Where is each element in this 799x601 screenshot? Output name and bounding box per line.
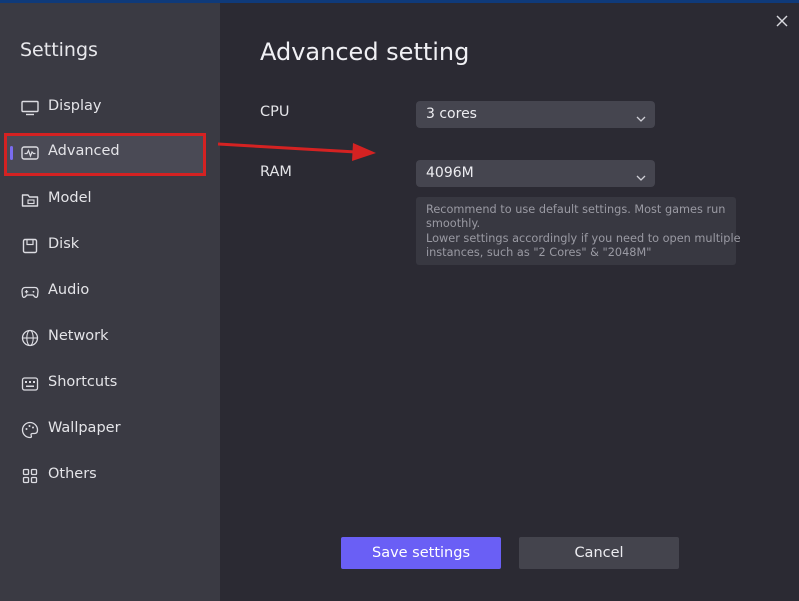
ram-select-value: 4096M (426, 165, 474, 181)
sidebar: Settings Display Advanced Model Disk Aud… (0, 3, 220, 601)
sidebar-item-label: Display (48, 98, 102, 114)
palette-icon (21, 421, 39, 439)
ram-select[interactable]: 4096M (416, 160, 655, 187)
disk-icon (21, 237, 39, 255)
sidebar-item-label: Disk (48, 236, 80, 252)
close-icon (776, 12, 788, 31)
cancel-button[interactable]: Cancel (519, 537, 679, 569)
sidebar-title: Settings (20, 39, 98, 61)
sidebar-item-shortcuts[interactable]: Shortcuts (0, 364, 220, 404)
monitor-icon (21, 99, 39, 117)
settings-window: Settings Display Advanced Model Disk Aud… (0, 3, 799, 601)
sidebar-item-network[interactable]: Network (0, 318, 220, 358)
sidebar-item-label: Advanced (48, 143, 120, 159)
sidebar-item-label: Model (48, 190, 92, 206)
cpu-label: CPU (260, 104, 290, 120)
active-indicator (10, 146, 13, 160)
hint-line: instances, such as "2 Cores" & "2048M" (426, 245, 652, 259)
recommendation-hint: Recommend to use default settings. Most … (416, 197, 741, 265)
sidebar-item-disk[interactable]: Disk (0, 226, 220, 266)
close-button[interactable] (772, 11, 792, 31)
save-settings-button[interactable]: Save settings (341, 537, 501, 569)
chevron-down-icon (635, 168, 647, 181)
gamepad-icon (21, 283, 39, 301)
hint-line: Recommend to use default settings. Most … (426, 203, 726, 216)
keyboard-icon (21, 375, 39, 393)
cpu-select-value: 3 cores (426, 106, 477, 122)
hint-line: Lower settings accordingly if you need t… (426, 231, 741, 245)
cpu-select[interactable]: 3 cores (416, 101, 655, 128)
sidebar-item-label: Shortcuts (48, 374, 118, 390)
sidebar-item-label: Network (48, 328, 109, 344)
folder-icon (21, 191, 39, 209)
annotation-arrow (218, 142, 376, 161)
sidebar-item-wallpaper[interactable]: Wallpaper (0, 410, 220, 450)
page-title: Advanced setting (260, 38, 470, 66)
sidebar-item-label: Audio (48, 282, 90, 298)
sidebar-item-label: Wallpaper (48, 420, 121, 436)
sidebar-item-label: Others (48, 466, 97, 482)
sidebar-item-audio[interactable]: Audio (0, 272, 220, 312)
sidebar-item-others[interactable]: Others (0, 456, 220, 496)
sidebar-item-model[interactable]: Model (0, 180, 220, 220)
ram-label: RAM (260, 164, 292, 180)
activity-icon (21, 144, 39, 162)
grid-icon (21, 467, 39, 485)
globe-icon (21, 329, 39, 347)
sidebar-item-advanced[interactable]: Advanced (6, 133, 206, 173)
sidebar-item-display[interactable]: Display (0, 88, 220, 128)
hint-line: smoothly. (426, 217, 481, 231)
chevron-down-icon (635, 109, 647, 122)
